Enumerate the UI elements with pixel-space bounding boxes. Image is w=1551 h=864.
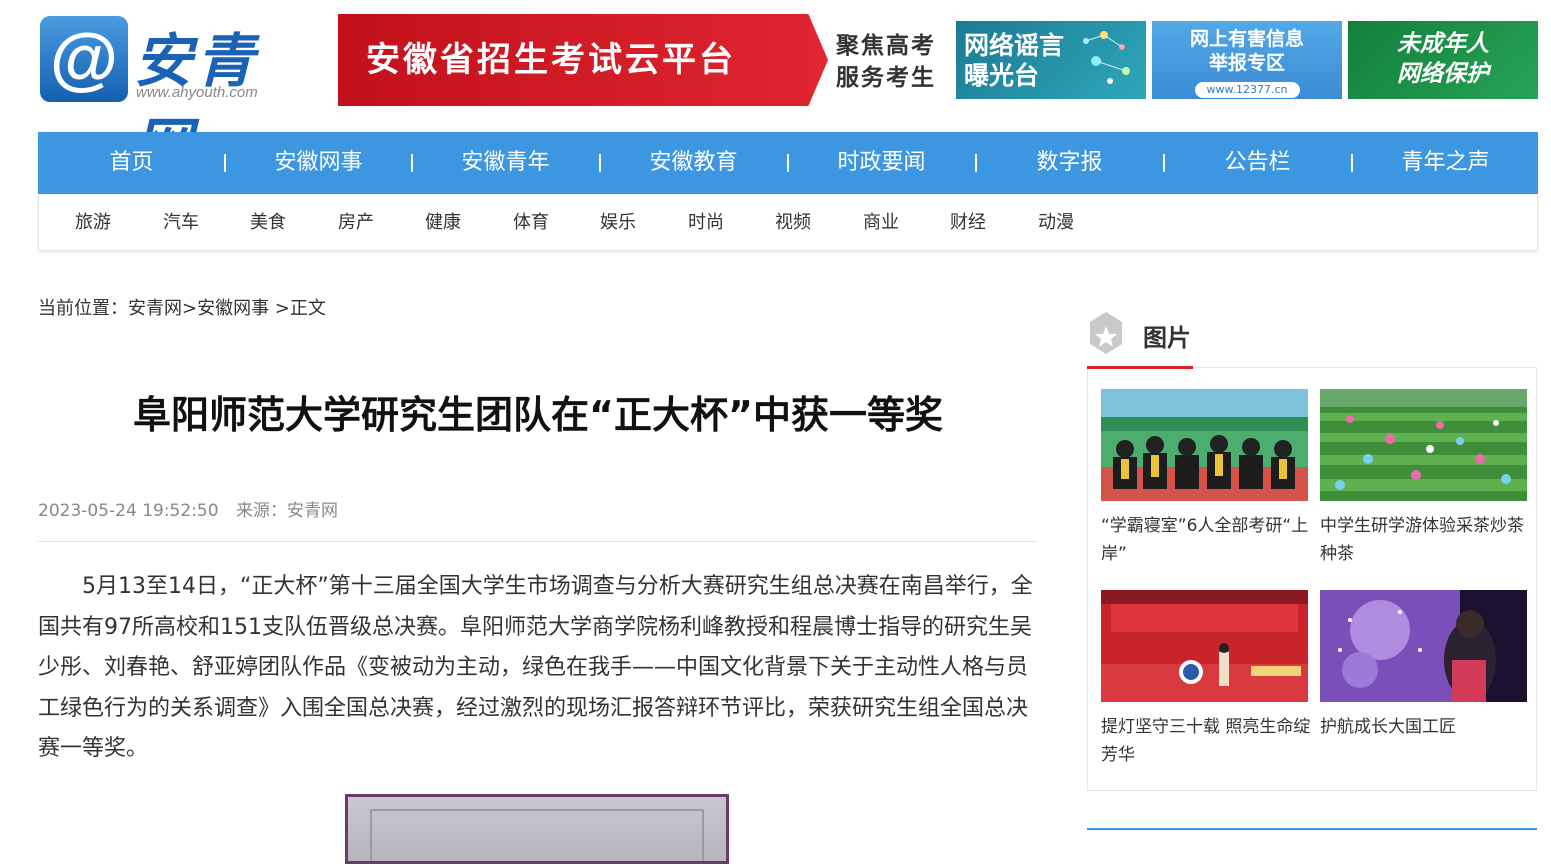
sub-nav-auto[interactable]: 汽车	[163, 195, 199, 250]
site-logo[interactable]: @ 安青网 www.ahyouth.com	[40, 14, 300, 179]
sub-nav-realestate[interactable]: 房产	[338, 195, 374, 250]
article-meta: 2023-05-24 19:52:50 来源：安青网	[38, 496, 338, 521]
sub-nav-travel[interactable]: 旅游	[75, 195, 111, 250]
certificate-frame	[370, 809, 704, 861]
ad3-line2: 网络保护	[1397, 61, 1489, 87]
sub-nav-finance[interactable]: 财经	[950, 195, 986, 250]
exam-platform-banner[interactable]: 安徽省招生考试云平台 聚焦高考 服务考生	[338, 14, 938, 106]
article-body: 5月13至14日，“正大杯”第十三届全国大学生市场调查与分析大赛研究生组总决赛在…	[38, 574, 1033, 761]
sub-nav-video[interactable]: 视频	[775, 195, 811, 250]
sidebar-caption-2[interactable]: 中学生研学游体验采茶炒茶种茶	[1320, 512, 1530, 568]
nav-item-bulletin[interactable]: 公告栏	[1164, 132, 1351, 194]
banner-side-line-1: 聚焦高考	[836, 33, 936, 59]
sub-nav-fashion[interactable]: 时尚	[688, 195, 724, 250]
banner-main-text: 安徽省招生考试云平台	[338, 14, 828, 106]
article-date: 2023-05-24 19:52:50	[38, 501, 219, 521]
sidebar-caption-3[interactable]: 提灯坚守三十载 照亮生命绽芳华	[1101, 713, 1311, 769]
ad2-line2: 举报专区	[1208, 52, 1285, 74]
sidebar-next-section-bar	[1087, 828, 1537, 830]
sub-nav-business[interactable]: 商业	[863, 195, 899, 250]
nav-item-home[interactable]: 首页	[38, 132, 225, 194]
minor-protection-ad[interactable]: 未成年人 网络保护	[1348, 21, 1538, 99]
breadcrumb[interactable]: 当前位置：安青网>安徽网事 >正文	[38, 294, 326, 320]
sub-nav-health[interactable]: 健康	[425, 195, 461, 250]
ad2-url: www.12377.cn	[1194, 82, 1300, 98]
ad2-line1: 网上有害信息	[1189, 28, 1304, 50]
nav-item-digital-paper[interactable]: 数字报	[976, 132, 1163, 194]
nav-item-anhui-education[interactable]: 安徽教育	[600, 132, 787, 194]
nav-item-anhui-news[interactable]: 安徽网事	[225, 132, 412, 194]
sub-nav-entertainment[interactable]: 娱乐	[600, 195, 636, 250]
nav-item-politics[interactable]: 时政要闻	[788, 132, 975, 194]
sidebar-thumb-3[interactable]	[1101, 590, 1308, 702]
sidebar-title: 图片	[1143, 324, 1191, 352]
sidebar-caption-1[interactable]: “学霸寝室”6人全部考研“上岸”	[1101, 512, 1311, 568]
harmful-info-report-ad[interactable]: 网上有害信息 举报专区 www.12377.cn	[1152, 21, 1342, 99]
nav-item-anhui-youth[interactable]: 安徽青年	[412, 132, 599, 194]
sidebar-thumb-2[interactable]	[1320, 389, 1527, 501]
rumor-exposure-ad[interactable]: 网络谣言 曝光台	[956, 21, 1146, 99]
sidebar-thumb-4[interactable]	[1320, 590, 1527, 702]
sidebar-thumb-1[interactable]	[1101, 389, 1308, 501]
sub-nav: 旅游 汽车 美食 房产 健康 体育 娱乐 时尚 视频 商业 财经 动漫	[38, 195, 1538, 251]
nav-item-youth-voice[interactable]: 青年之声	[1352, 132, 1539, 194]
sidebar-title-underline	[1087, 366, 1193, 369]
star-badge-icon	[1090, 312, 1122, 354]
article-image-certificate	[345, 794, 729, 864]
main-nav: 首页 安徽网事 安徽青年 安徽教育 时政要闻 数字报 公告栏 青年之声	[38, 132, 1538, 194]
sidebar-caption-4[interactable]: 护航成长大国工匠	[1320, 713, 1530, 741]
article-source: 来源：安青网	[235, 501, 338, 521]
logo-url: www.ahyouth.com	[136, 84, 258, 101]
ad3-line1: 未成年人	[1397, 31, 1489, 57]
sub-nav-animation[interactable]: 动漫	[1038, 195, 1074, 250]
article-divider	[38, 541, 1038, 542]
sub-nav-food[interactable]: 美食	[250, 195, 286, 250]
sub-nav-sports[interactable]: 体育	[513, 195, 549, 250]
article-title: 阜阳师范大学研究生团队在“正大杯”中获一等奖	[133, 393, 943, 437]
banner-side-text: 聚焦高考 服务考生	[836, 30, 940, 94]
banner-side-line-2: 服务考生	[836, 65, 936, 91]
logo-at-icon: @	[40, 16, 128, 102]
network-dots-icon	[1083, 31, 1130, 84]
